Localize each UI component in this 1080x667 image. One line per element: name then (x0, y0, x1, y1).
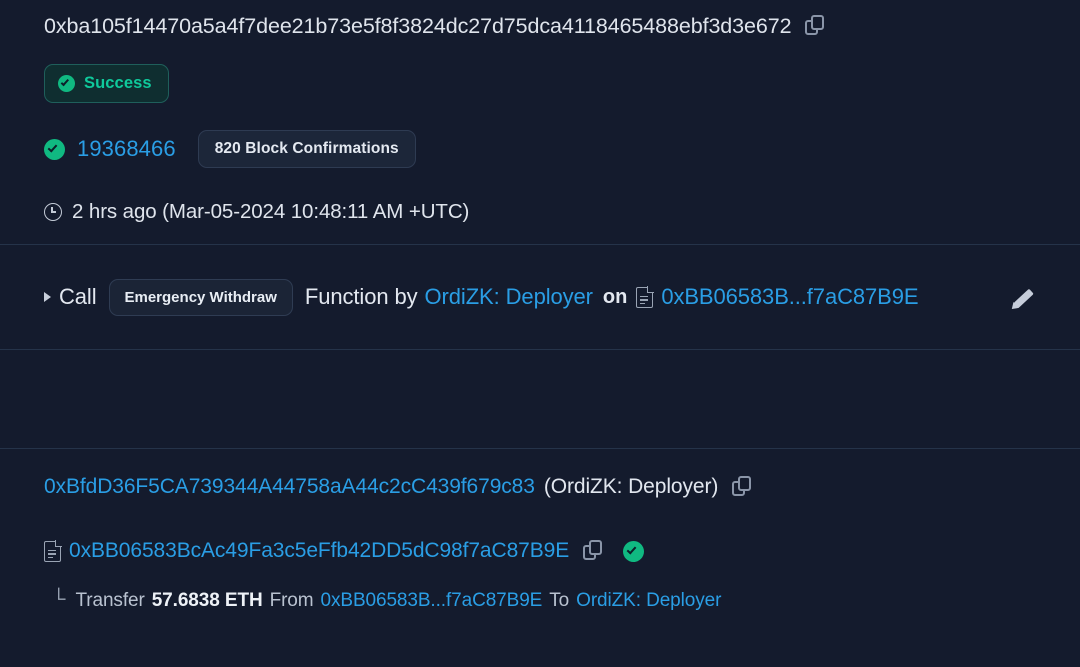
action-caller-link[interactable]: OrdiZK: Deployer (425, 284, 593, 310)
transfer-to-label: To (549, 590, 570, 611)
to-address-row: 0xBB06583BcAc49Fa3c5eFfb42DD5dC98f7aC87B… (0, 525, 1080, 577)
transaction-details-panel: 0xba105f14470a5a4f7dee21b73e5f8f3824dc27… (0, 0, 1080, 667)
call-label: Call (59, 284, 97, 309)
block-row: 19368466 820 Block Confirmations (0, 118, 1080, 180)
copy-icon[interactable] (805, 15, 827, 37)
clock-icon (44, 203, 62, 221)
transfer-label: Transfer (75, 590, 145, 611)
pencil-icon[interactable] (1009, 284, 1036, 312)
from-address-link[interactable]: 0xBfdD36F5CA739344A44758aA44c2cC439f679c… (44, 475, 535, 499)
transaction-hash-row: 0xba105f14470a5a4f7dee21b73e5f8f3824dc27… (0, 0, 1080, 48)
from-address-nametag: (OrdiZK: Deployer) (543, 475, 719, 498)
copy-icon[interactable] (583, 540, 605, 562)
internal-transfer-row: └ Transfer 57.6838 ETH From 0xBB06583B..… (0, 577, 1080, 625)
check-circle-icon (44, 138, 65, 160)
contract-doc-icon (44, 539, 62, 562)
copy-icon[interactable] (732, 476, 754, 498)
to-address-link[interactable]: 0xBB06583BcAc49Fa3c5eFfb42DD5dC98f7aC87B… (69, 539, 569, 563)
transaction-status-row: Success (0, 48, 1080, 118)
on-label: on (602, 285, 628, 308)
empty-section (0, 350, 1080, 448)
contract-doc-icon (636, 285, 655, 308)
timestamp-text: 2 hrs ago (Mar-05-2024 10:48:11 AM +UTC) (72, 200, 470, 223)
block-number-link[interactable]: 19368466 (77, 136, 176, 162)
status-badge-label: Success (84, 73, 152, 92)
function-by-label: Function by (304, 284, 418, 309)
check-circle-icon (58, 74, 75, 92)
timestamp-row: 2 hrs ago (Mar-05-2024 10:48:11 AM +UTC) (0, 180, 1080, 244)
transaction-hash: 0xba105f14470a5a4f7dee21b73e5f8f3824dc27… (44, 13, 792, 38)
transfer-from-link[interactable]: 0xBB06583B...f7aC87B9E (321, 590, 543, 612)
from-address-row: 0xBfdD36F5CA739344A44758aA44c2cC439f679c… (0, 449, 1080, 525)
function-name-badge[interactable]: Emergency Withdraw (108, 278, 293, 316)
status-badge[interactable]: Success (44, 63, 169, 103)
transaction-action-row: Call Emergency Withdraw Function by Ordi… (0, 245, 1080, 349)
transfer-from-label: From (269, 590, 314, 611)
transfer-amount: 57.6838 ETH (151, 590, 263, 611)
check-circle-icon (623, 540, 645, 562)
tree-corner-icon: └ (52, 588, 66, 610)
caret-right-icon[interactable] (44, 292, 51, 302)
action-contract-link[interactable]: 0xBB06583B...f7aC87B9E (661, 284, 918, 310)
transfer-to-link[interactable]: OrdiZK: Deployer (576, 590, 721, 612)
block-confirmations-badge: 820 Block Confirmations (197, 130, 416, 168)
